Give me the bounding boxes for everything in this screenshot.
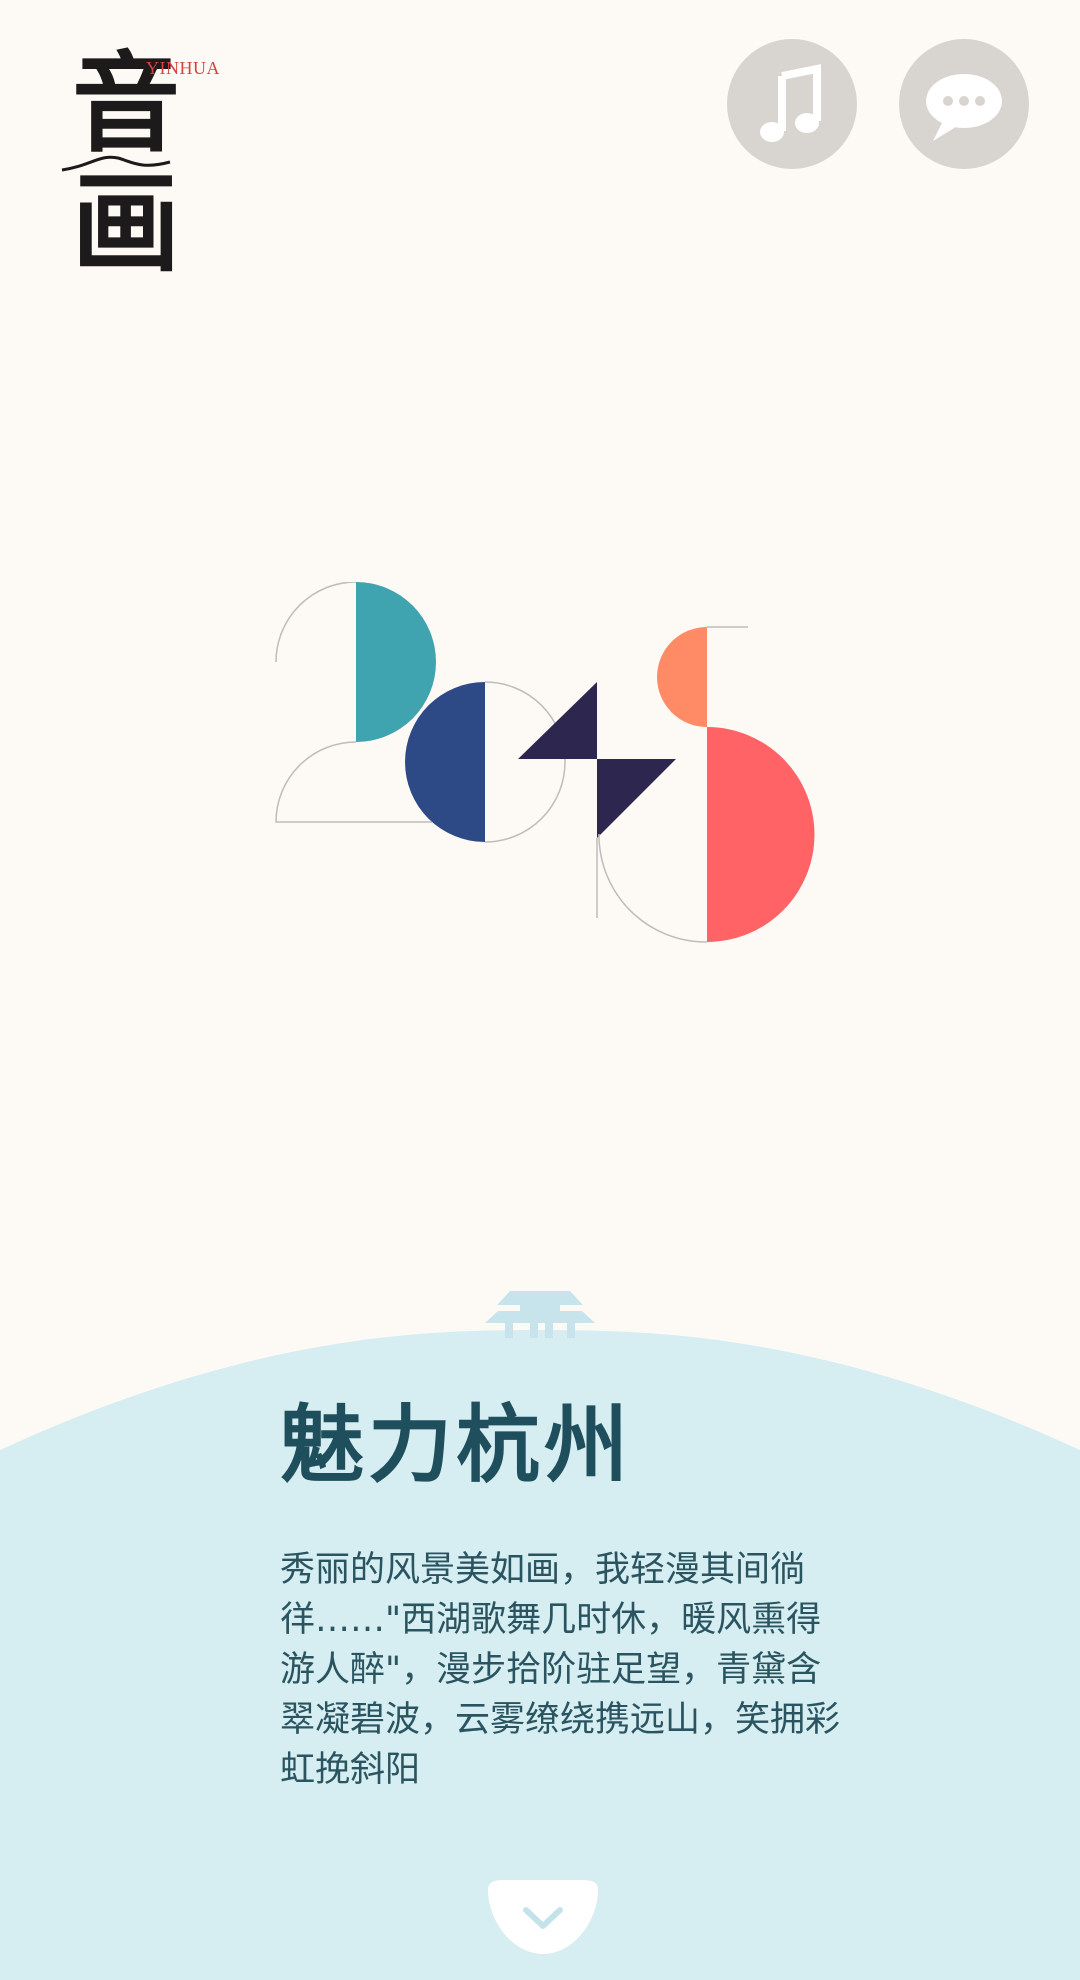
section-title: 魅力杭州 xyxy=(280,1396,633,1494)
digit-4 xyxy=(518,682,676,918)
digit-0 xyxy=(405,681,566,843)
yinhua-logo: 音画 YINHUA xyxy=(60,44,240,284)
logo-wave-icon xyxy=(61,155,171,172)
music-button[interactable] xyxy=(727,39,857,169)
music-note-icon xyxy=(760,64,821,142)
logo-latin-text: YINHUA xyxy=(146,58,220,78)
section-content: 魅力杭州 秀丽的风景美如画，我轻漫其间徜徉……"西湖歌舞几时休，暖风熏得游人醉"… xyxy=(280,1395,840,1830)
speech-bubble-icon xyxy=(926,74,1002,141)
year-artwork xyxy=(275,582,815,943)
section-body: 秀丽的风景美如画，我轻漫其间徜徉……"西湖歌舞几时休，暖风熏得游人醉"，漫步拾阶… xyxy=(280,1550,841,1790)
chat-button[interactable] xyxy=(899,39,1029,169)
next-page-button[interactable] xyxy=(484,1880,602,1956)
